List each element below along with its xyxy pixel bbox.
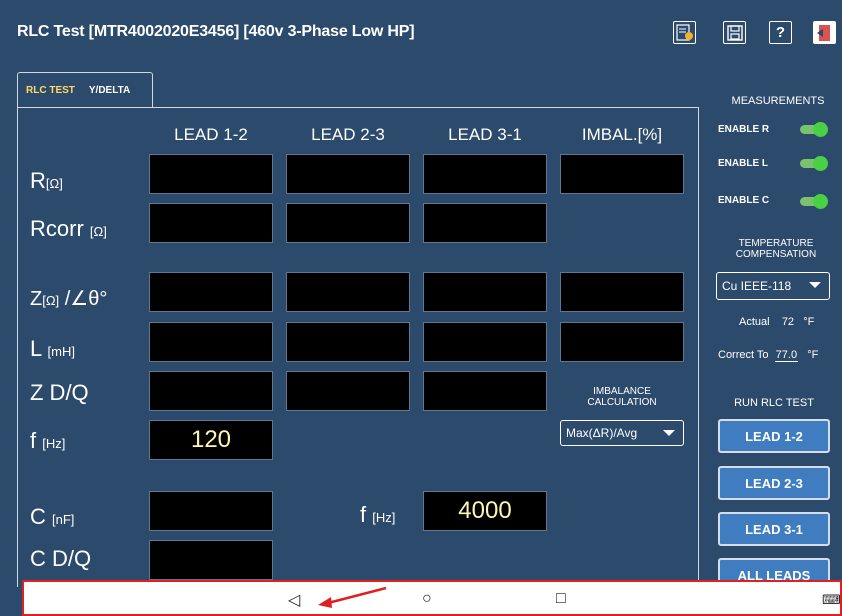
chevron-down-icon [663, 430, 675, 436]
temperature-compensation-title: TEMPERATURE COMPENSATION [735, 238, 817, 260]
row-label-rcorr: Rcorr [Ω] [30, 216, 107, 241]
r-lead-2-3-cell [286, 154, 410, 194]
l-lead-2-3-cell [286, 322, 410, 362]
temperature-standard-select[interactable]: Cu IEEE-118 [716, 272, 830, 300]
enable-c-label: ENABLE C [718, 195, 770, 206]
tab-bar: RLC TEST Y/DELTA [17, 72, 153, 107]
zdq-lead-1-2-cell [149, 371, 273, 411]
back-icon[interactable]: ◁ [288, 590, 300, 610]
settings-doc-icon[interactable] [673, 21, 696, 44]
chevron-down-icon [809, 282, 821, 288]
rcorr-lead-1-2-cell [149, 203, 273, 243]
f-value-cell[interactable]: 120 [149, 420, 273, 460]
column-header-lead-2-3: LEAD 2-3 [311, 125, 385, 144]
run-lead-3-1-button[interactable]: LEAD 3-1 [718, 512, 830, 546]
l-imbalance-cell [560, 322, 684, 362]
correct-to-unit: °F [807, 349, 819, 361]
c-lead-1-2-cell [149, 491, 273, 531]
c-freq-label: f [Hz] [360, 502, 396, 527]
cdq-lead-1-2-cell [149, 540, 273, 580]
z-lead-3-1-cell [423, 272, 547, 312]
save-icon[interactable] [723, 21, 746, 44]
z-lead-2-3-cell [286, 272, 410, 312]
row-label-r: R[Ω] [30, 168, 63, 193]
run-lead-1-2-button[interactable]: LEAD 1-2 [718, 419, 830, 453]
home-icon[interactable]: ○ [422, 590, 432, 608]
title-bar: RLC Test [MTR4002020E3456] [460v 3-Phase… [0, 0, 842, 62]
row-label-cdq: C D/Q [30, 546, 92, 571]
c-freq-value-cell[interactable]: 4000 [423, 491, 547, 531]
enable-r-toggle[interactable] [800, 122, 828, 137]
r-imbalance-cell [560, 154, 684, 194]
r-lead-3-1-cell [423, 154, 547, 194]
actual-unit: °F [803, 316, 815, 328]
rcorr-lead-2-3-cell [286, 203, 410, 243]
enable-l-toggle[interactable] [800, 156, 828, 171]
z-imbalance-cell [560, 272, 684, 312]
tab-y-delta[interactable]: Y/DELTA [89, 85, 130, 96]
measurements-title: MEASUREMENTS [731, 95, 825, 107]
window-title: RLC Test [MTR4002020E3456] [460v 3-Phase… [17, 23, 415, 40]
tab-rlc-test[interactable]: RLC TEST [26, 85, 75, 96]
correct-to-input[interactable]: 77.0 [774, 349, 799, 362]
column-header-lead-1-2: LEAD 1-2 [174, 125, 248, 144]
exit-icon[interactable] [813, 21, 836, 44]
correct-to-row: Correct To 77.0 °F [718, 349, 818, 362]
imbalance-calculation-label: IMBALANCE CALCULATION [587, 386, 657, 408]
imbalance-selected-value: Max(ΔR)/Avg [566, 426, 638, 440]
actual-label: Actual [739, 316, 770, 328]
column-header-lead-3-1: LEAD 3-1 [448, 125, 522, 144]
r-lead-1-2-cell [149, 154, 273, 194]
enable-l-label: ENABLE L [718, 158, 768, 169]
row-label-c: C [nF] [30, 504, 75, 529]
l-lead-3-1-cell [423, 322, 547, 362]
zdq-lead-2-3-cell [286, 371, 410, 411]
correct-to-label: Correct To [718, 349, 769, 361]
row-label-f: f [Hz] [30, 428, 66, 453]
annotation-arrow-icon [318, 586, 387, 608]
help-icon[interactable]: ? [769, 21, 792, 44]
l-lead-1-2-cell [149, 322, 273, 362]
system-navigation-bar: ◁ ○ □ ⌨ [22, 580, 842, 616]
z-lead-1-2-cell [149, 272, 273, 312]
keyboard-icon[interactable]: ⌨ [822, 592, 841, 608]
run-rlc-test-title: RUN RLC TEST [734, 397, 814, 409]
row-label-zdq: Z D/Q [30, 380, 89, 405]
recents-icon[interactable]: □ [556, 590, 566, 608]
imbalance-calculation-select[interactable]: Max(ΔR)/Avg [560, 420, 684, 446]
rcorr-lead-3-1-cell [423, 203, 547, 243]
zdq-lead-3-1-cell [423, 371, 547, 411]
run-lead-2-3-button[interactable]: LEAD 2-3 [718, 466, 830, 500]
actual-value: 72 [781, 316, 795, 328]
row-label-l: L [mH] [30, 336, 75, 361]
temperature-standard-value: Cu IEEE-118 [722, 279, 792, 293]
help-label: ? [775, 24, 786, 41]
column-header-imbalance: IMBAL.[%] [581, 125, 663, 144]
actual-temperature-row: Actual 72 °F [739, 316, 814, 328]
row-label-z: Z[Ω] /∠θ° [30, 288, 108, 310]
enable-c-toggle[interactable] [800, 194, 828, 209]
enable-r-label: ENABLE R [718, 124, 770, 135]
